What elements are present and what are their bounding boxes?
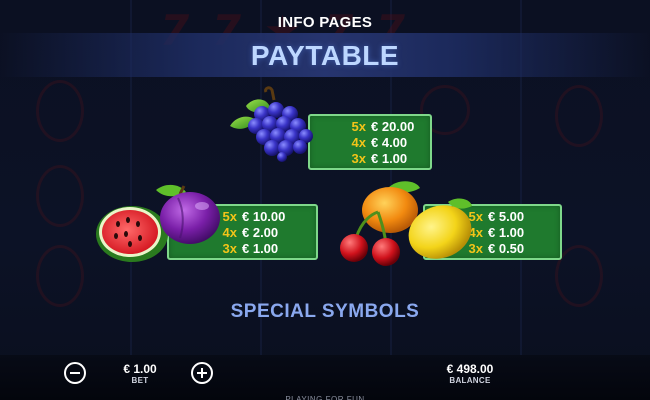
info-pages-heading: INFO PAGES [277,14,373,31]
payout-row: 4x € 1.00 [463,225,560,241]
playing-mode-footer: PLAYING FOR FUN [285,395,365,400]
bet-label: BET [131,376,149,385]
multiplier: 5x [351,119,366,134]
payout-row: 3x € 0.50 [463,241,560,257]
lemon-icon [408,198,472,259]
minus-icon [70,372,80,374]
payout-value: € 5.00 [488,209,525,224]
payout-value: € 20.00 [371,119,415,134]
special-symbols-title: SPECIAL SYMBOLS [230,301,420,322]
payout-value: € 10.00 [242,209,286,224]
payout-value: € 1.00 [242,241,279,256]
decrease-bet-button[interactable] [64,362,86,384]
payout-row: 5x € 5.00 [463,209,560,225]
paytable-box-grapes: 5x € 20.00 4x € 4.00 3x € 1.00 [308,114,432,170]
payout-row: 5x € 10.00 [217,209,316,225]
increase-bet-button[interactable] [191,362,213,384]
payout-value: € 1.00 [371,151,408,166]
cherries-icon [340,210,400,266]
balance-label: BALANCE [449,376,491,385]
payout-value: € 1.00 [488,225,525,240]
payout-row: 3x € 1.00 [346,151,430,167]
multiplier: 3x [351,151,366,166]
payout-value: € 2.00 [242,225,279,240]
payout-row: 4x € 2.00 [217,225,316,241]
payout-row: 5x € 20.00 [346,119,430,135]
payout-row: 4x € 4.00 [346,135,430,151]
paytable-title: PAYTABLE [250,40,400,71]
bet-value: € 1.00 [123,362,157,376]
balance-value: € 498.00 [446,362,494,376]
multiplier: 4x [351,135,366,150]
payout-value: € 4.00 [371,135,408,150]
grapes-icon [230,86,313,162]
payout-value: € 0.50 [488,241,525,256]
plum-icon [156,184,220,244]
payout-row: 3x € 1.00 [217,241,316,257]
